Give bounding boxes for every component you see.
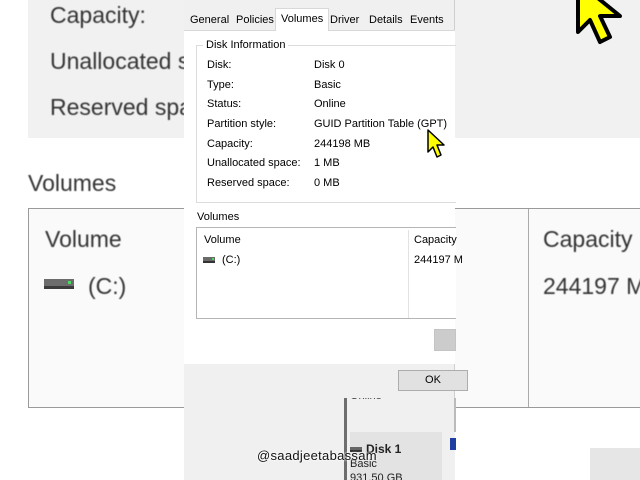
reserved-row: Reserved space: 0 MB: [207, 177, 457, 191]
background-volumes-heading: Volumes: [28, 170, 117, 196]
status-value: Online: [314, 98, 346, 110]
disk-1-size: 931.50 GB: [350, 472, 403, 480]
disk-information-group: Disk Information Disk: Disk 0 Type: Basi…: [196, 39, 457, 203]
disk-management-strip: Online Disk 1 Basic 931.50 GB: [184, 390, 456, 480]
volumes-title: Volumes: [197, 211, 240, 223]
background-capacity-column: Capacity: [543, 226, 633, 252]
partition-bar[interactable]: [450, 438, 456, 450]
ok-button[interactable]: OK: [398, 370, 468, 391]
volume-column-header[interactable]: Volume: [204, 234, 241, 246]
tab-policies[interactable]: Policies: [236, 10, 274, 30]
volume-c-name[interactable]: (C:): [222, 254, 240, 266]
background-capacity-value: 244197 M: [543, 273, 640, 299]
type-label: Type:: [207, 79, 234, 91]
tab-volumes[interactable]: Volumes: [275, 8, 330, 31]
disk-value: Disk 0: [314, 59, 345, 71]
partition-style-row: Partition style: GUID Partition Table (G…: [207, 118, 457, 132]
background-volume-name: (C:): [88, 273, 127, 299]
status-row: Status: Online: [207, 98, 457, 112]
volumes-list[interactable]: Volume Capacity (C:) 244197 M: [196, 227, 463, 319]
background-unallocated-label: Unallocated s: [50, 48, 190, 74]
volume-c-capacity[interactable]: 244197 M: [414, 254, 463, 266]
disk-label: Disk:: [207, 59, 232, 71]
unallocated-label: Unallocated space:: [207, 157, 301, 169]
disk-information-title: Disk Information: [203, 39, 289, 51]
capacity-value: 244198 MB: [314, 138, 371, 150]
capacity-label: Capacity:: [207, 138, 253, 150]
properties-button[interactable]: [434, 329, 456, 351]
reserved-value: 0 MB: [314, 177, 340, 189]
unallocated-value: 1 MB: [314, 157, 340, 169]
tab-details[interactable]: Details: [369, 10, 403, 30]
tab-bar: General Policies Volumes Driver Details …: [184, 8, 455, 31]
background-volume-column: Volume: [45, 226, 122, 252]
type-row: Type: Basic: [207, 79, 457, 93]
disk-properties-dialog: General Policies Volumes Driver Details …: [184, 0, 468, 398]
mouse-cursor-icon: [427, 129, 445, 158]
background-column-divider: [528, 209, 529, 407]
tab-driver[interactable]: Driver: [330, 10, 359, 30]
capacity-column-header[interactable]: Capacity: [414, 234, 457, 246]
strip-edge: [454, 398, 456, 432]
background-capacity-label: Capacity:: [50, 2, 146, 28]
reserved-label: Reserved space:: [207, 177, 290, 189]
volumes-tab-panel: Disk Information Disk: Disk 0 Type: Basi…: [184, 30, 463, 364]
partition-style-label: Partition style:: [207, 118, 277, 130]
unallocated-row: Unallocated space: 1 MB: [207, 157, 457, 171]
background-drive-icon: [44, 279, 74, 289]
tab-events[interactable]: Events: [410, 10, 444, 30]
disk-row: Disk: Disk 0: [207, 59, 457, 73]
watermark-handle: @saadjeetabassam: [257, 448, 377, 463]
strip-divider: [344, 398, 347, 480]
background-cursor-icon: [576, 0, 622, 44]
status-label: Status:: [207, 98, 242, 110]
drive-icon: [203, 257, 215, 263]
tab-general[interactable]: General: [190, 10, 229, 30]
background-reserved-label: Reserved spa: [50, 94, 192, 120]
type-value: Basic: [314, 79, 341, 91]
column-separator[interactable]: [408, 230, 409, 318]
background-gray-block: [590, 448, 640, 480]
capacity-row: Capacity: 244198 MB: [207, 138, 457, 152]
